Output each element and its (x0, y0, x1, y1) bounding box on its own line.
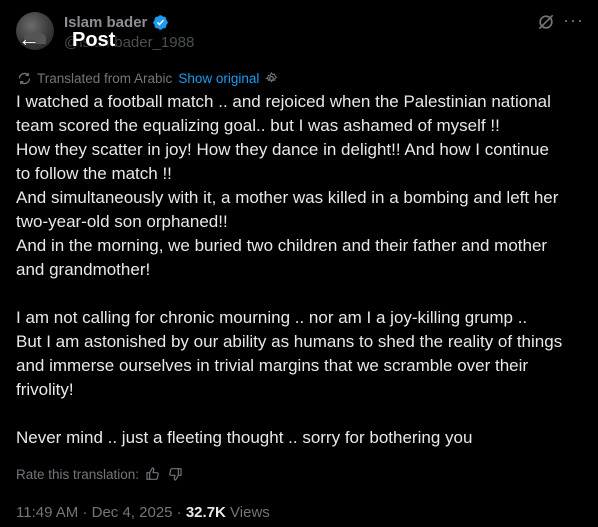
page-title: Post (72, 29, 116, 51)
thumbs-down-icon[interactable] (167, 466, 183, 482)
tweet-line: I watched a football match .. and rejoic… (16, 92, 551, 111)
grok-icon[interactable] (536, 12, 556, 32)
views-count: 32.7K (185, 504, 226, 521)
post-header: Islam bader @islambader_1988 ← Post ··· (0, 0, 598, 62)
post-time[interactable]: 11:49 AM (16, 504, 78, 521)
more-icon[interactable]: ··· (563, 10, 584, 31)
verified-badge-icon (153, 14, 169, 30)
arrow-left-icon: ← (18, 26, 40, 51)
tweet-line: And in the morning, we buried two childr… (16, 236, 548, 255)
tweet-line: two-year-old son orphaned!! (16, 212, 228, 231)
views-label: Views (230, 504, 270, 521)
rate-translation: Rate this translation: (16, 464, 183, 484)
post-date[interactable]: Dec 4, 2025 (92, 504, 173, 521)
author-name[interactable]: Islam bader (64, 14, 147, 31)
tweet-line: team scored the equalizing goal.. but I … (16, 116, 500, 135)
meta-separator: · (176, 504, 182, 521)
tweet-line: Never mind .. just a fleeting thought ..… (16, 428, 473, 447)
tweet-line: How they scatter in joy! How they dance … (16, 140, 549, 159)
tweet-line: and immerse ourselves in trivial margins… (16, 356, 529, 375)
back-button[interactable]: ← (14, 26, 44, 52)
tweet-line: frivolity! (16, 380, 74, 399)
tweet-line: I am not calling for chronic mourning ..… (16, 308, 528, 327)
translation-notice: Translated from Arabic Show original (17, 69, 279, 87)
gear-icon[interactable] (264, 71, 279, 86)
tweet-line: But I am astonished by our ability as hu… (16, 332, 563, 351)
post-meta: 11:49 AM · Dec 4, 2025 · 32.7K Views (16, 504, 270, 521)
show-original-link[interactable]: Show original (178, 71, 259, 86)
rate-translation-label: Rate this translation: (16, 466, 140, 482)
meta-separator: · (82, 504, 88, 521)
tweet-line: And simultaneously with it, a mother was… (16, 188, 559, 207)
tweet-text: I watched a football match .. and rejoic… (16, 90, 586, 450)
tweet-line: and grandmother! (16, 260, 151, 279)
translated-from-label: Translated from Arabic (37, 70, 173, 86)
thumbs-up-icon[interactable] (145, 466, 161, 482)
tweet-line: to follow the match !! (16, 164, 172, 183)
translate-icon (18, 72, 31, 84)
